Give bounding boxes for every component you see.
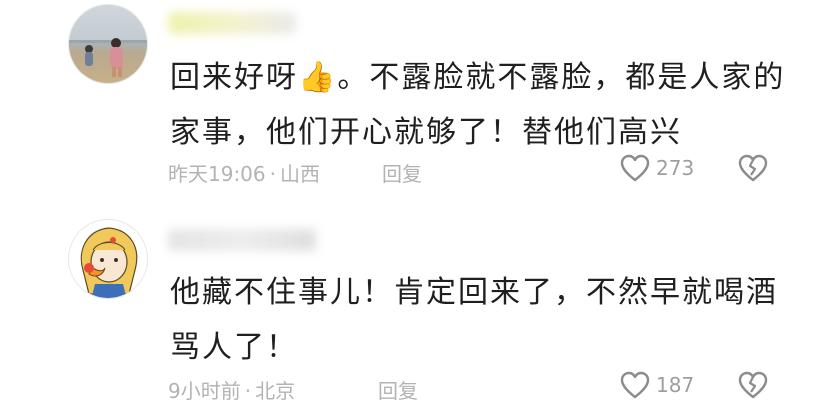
- like-button[interactable]: 273: [620, 154, 694, 182]
- location: 山西: [280, 162, 320, 186]
- username-blurred[interactable]: [168, 12, 296, 34]
- dislike-button[interactable]: [738, 371, 768, 399]
- beach-photo-avatar-image: [69, 5, 147, 83]
- username-blurred[interactable]: [168, 229, 316, 251]
- timestamp: 9小时前: [168, 379, 241, 403]
- heart-icon: [620, 371, 650, 399]
- avatar[interactable]: [68, 219, 148, 299]
- reply-button[interactable]: 回复: [378, 375, 418, 404]
- like-count: 187: [656, 373, 695, 397]
- comment-meta: 昨天19:06 · 山西: [168, 158, 320, 187]
- comment-item: 回来好呀👍。不露脸就不露脸，都是人家的家事，他们开心就够了！替他们高兴 昨天19…: [0, 0, 826, 205]
- comment-item: 他藏不住事儿！肯定回来了，不然早就喝酒骂人了！ 9小时前 · 北京 回复 187: [0, 205, 826, 416]
- comment-text: 回来好呀👍。不露脸就不露脸，都是人家的家事，他们开心就够了！替他们高兴: [170, 60, 786, 150]
- broken-heart-icon: [738, 371, 768, 399]
- like-count: 273: [656, 156, 695, 180]
- like-button[interactable]: 187: [620, 371, 694, 399]
- meta-separator: ·: [269, 162, 276, 186]
- broken-heart-icon: [738, 154, 768, 182]
- timestamp: 昨天19:06: [168, 162, 266, 186]
- dislike-button[interactable]: [738, 154, 768, 182]
- reply-button[interactable]: 回复: [382, 158, 422, 187]
- heart-icon: [620, 154, 650, 182]
- meta-separator: ·: [244, 379, 252, 403]
- avatar[interactable]: [68, 4, 148, 84]
- cartoon-avatar-image: [69, 220, 147, 298]
- location: 北京: [255, 379, 296, 403]
- comment-text: 他藏不住事儿！肯定回来了，不然早就喝酒骂人了！: [170, 275, 778, 365]
- comment-meta: 9小时前 · 北京: [168, 375, 295, 404]
